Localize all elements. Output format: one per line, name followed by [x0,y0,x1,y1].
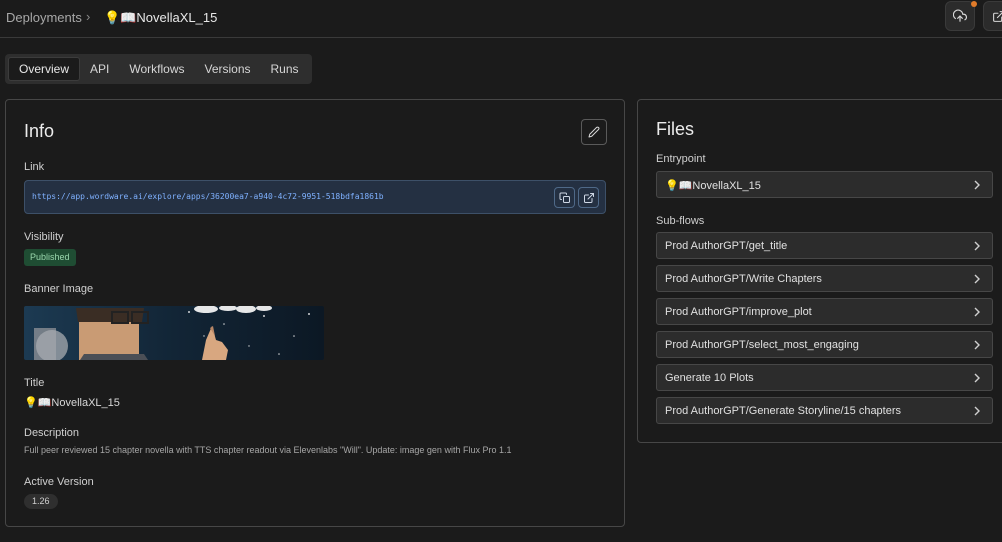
chevron-right-icon [974,274,980,284]
open-link-button[interactable] [578,187,599,208]
chevron-right-icon [974,340,980,350]
breadcrumb-current: 💡📖NovellaXL_15 [104,10,218,25]
edit-button[interactable] [581,119,607,145]
banner-label: Banner Image [24,283,94,295]
files-card: Files Entrypoint 💡📖NovellaXL_15 Sub-flow… [637,99,1002,443]
subflow-name: Prod AuthorGPT/Write Chapters [665,273,822,285]
upload-button[interactable] [945,1,977,31]
subflow-name: Prod AuthorGPT/improve_plot [665,306,812,318]
top-bar: Deployments › 💡📖NovellaXL_15 [0,0,1002,38]
subflow-name: Prod AuthorGPT/Generate Storyline/15 cha… [665,405,902,417]
subflows-label: Sub-flows [656,215,705,227]
banner-image [24,306,324,360]
entrypoint-label: Entrypoint [656,153,706,165]
tab-overview[interactable]: Overview [8,57,81,81]
link-label: Link [24,161,45,173]
copy-icon [559,192,570,203]
files-heading: Files [656,119,695,139]
chevron-right-icon [974,180,980,190]
description-label: Description [24,427,80,439]
title-value: 💡📖NovellaXL_15 [24,397,120,409]
description-value: Full peer reviewed 15 chapter novella wi… [24,445,512,455]
tab-workflows[interactable]: Workflows [119,57,194,81]
entrypoint-name: 💡📖NovellaXL_15 [665,180,761,192]
subflow-row[interactable]: Prod AuthorGPT/get_title [656,232,993,259]
tab-versions[interactable]: Versions [194,57,260,81]
breadcrumb-separator: › [86,9,91,24]
pencil-icon [588,126,600,138]
link-url[interactable]: https://app.wordware.ai/explore/apps/362… [32,192,384,201]
subflow-row[interactable]: Generate 10 Plots [656,364,993,391]
active-version-label: Active Version [24,476,94,488]
tab-api[interactable]: API [80,57,119,81]
subflow-name: Prod AuthorGPT/get_title [665,240,788,252]
external-link-icon [583,192,594,203]
link-field: https://app.wordware.ai/explore/apps/362… [24,180,606,214]
subflow-row[interactable]: Prod AuthorGPT/Generate Storyline/15 cha… [656,397,993,424]
info-heading: Info [24,121,55,141]
visibility-label: Visibility [24,231,64,243]
chevron-right-icon [974,373,980,383]
copy-link-button[interactable] [554,187,575,208]
subflow-row[interactable]: Prod AuthorGPT/improve_plot [656,298,993,325]
visibility-badge: Published [24,249,76,266]
upload-cloud-icon [953,9,967,22]
tab-bar: Overview API Workflows Versions Runs [5,54,312,84]
subflow-row[interactable]: Prod AuthorGPT/select_most_engaging [656,331,993,358]
chevron-right-icon [974,241,980,251]
active-version-badge: 1.26 [24,494,58,509]
chevron-right-icon [974,307,980,317]
title-label: Title [24,377,45,389]
notification-dot [971,1,977,7]
open-external-button[interactable] [983,1,1002,31]
entrypoint-row[interactable]: 💡📖NovellaXL_15 [656,171,993,198]
subflow-name: Generate 10 Plots [665,372,754,384]
breadcrumb-deployments[interactable]: Deployments [6,10,82,25]
subflow-name: Prod AuthorGPT/select_most_engaging [665,339,859,351]
info-card: Info Link https://app.wordware.ai/explor… [5,99,625,527]
tab-runs[interactable]: Runs [261,57,309,81]
chevron-right-icon [974,406,980,416]
subflow-row[interactable]: Prod AuthorGPT/Write Chapters [656,265,993,292]
external-link-icon [992,10,1002,22]
